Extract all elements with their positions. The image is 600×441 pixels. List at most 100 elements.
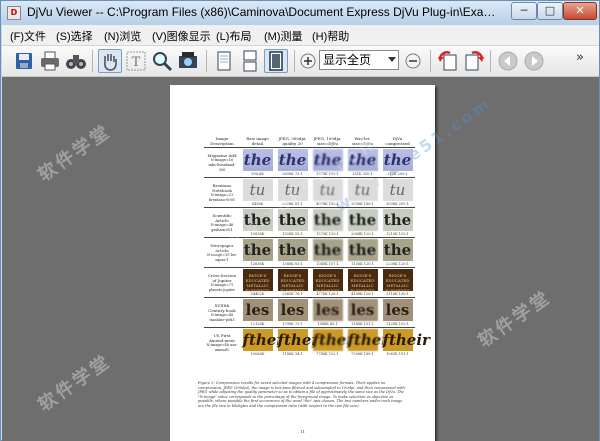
menu-browse[interactable]: (N)浏览 xyxy=(104,28,141,44)
size-caption: 4108K 126:1 xyxy=(351,292,374,296)
size-caption: 396.6K xyxy=(251,172,264,176)
sample-thumbnail: the xyxy=(347,239,378,261)
row-title: Scientific Article xyxy=(212,212,232,223)
image-cell: RIGGE'S EDUCATED METALLIC ELEMENTS 4778K … xyxy=(310,267,345,298)
watermark-brand-left-lower: 软件学堂 xyxy=(34,350,116,416)
image-cell: the 1136K 120:1 xyxy=(345,237,380,268)
image-cell: tu 2038K 186:1 xyxy=(345,177,380,208)
sample-thumbnail: les xyxy=(312,299,343,321)
image-cell: ftheir 10068K xyxy=(240,327,290,357)
document-viewport[interactable]: 软件学堂 软件学堂 软件学堂 www.xue51.com Image Descr… xyxy=(2,77,599,441)
print-icon[interactable] xyxy=(38,49,62,73)
maximize-button[interactable]: □ xyxy=(537,2,563,20)
sample-thumbnail: the xyxy=(382,239,413,261)
toolbar: T 显示全页 » xyxy=(2,46,599,77)
size-caption: 3118K 130:1 xyxy=(386,292,409,296)
image-cell: RIGGE'S EDUCATED METALLIC ELEMENTS 4108K … xyxy=(345,267,380,298)
size-caption: 1136K 120:1 xyxy=(351,262,374,266)
menu-measure[interactable]: (M)测量 xyxy=(264,28,303,44)
forward-icon[interactable] xyxy=(522,49,546,73)
sample-thumbnail: les xyxy=(382,299,413,321)
rotate-right-icon[interactable] xyxy=(462,49,486,73)
single-page-icon[interactable] xyxy=(212,49,236,73)
hand-tool-icon[interactable] xyxy=(98,49,122,73)
document-page: www.xue51.com Image Description Raw imag… xyxy=(170,85,495,441)
table-header: DjVu compressed xyxy=(385,136,410,146)
sample-thumbnail: the xyxy=(242,149,273,171)
size-caption: 2038K 186:1 xyxy=(351,202,374,206)
sample-thumbnail: les xyxy=(242,299,273,321)
toolbar-overflow-icon[interactable]: » xyxy=(576,50,584,65)
sample-thumbnail: the xyxy=(277,239,308,261)
sample-thumbnail: ftheir xyxy=(312,329,360,351)
minimize-button[interactable]: ─ xyxy=(511,2,537,20)
image-cell: the 1570K 120:1 xyxy=(310,207,345,238)
fit-page-icon[interactable] xyxy=(264,49,288,73)
binoculars-icon[interactable] xyxy=(64,49,88,73)
image-cell: les 1848K 80:1 xyxy=(310,297,345,328)
size-caption: 2238K 120:1 xyxy=(386,262,409,266)
size-caption: 1848K 80:1 xyxy=(317,322,338,326)
save-icon[interactable] xyxy=(12,49,36,73)
rotate-left-icon[interactable] xyxy=(436,49,460,73)
size-caption: 1048K 107:1 xyxy=(316,262,339,266)
zoom-out-icon[interactable] xyxy=(401,49,425,73)
sample-thumbnail: the xyxy=(382,149,413,171)
close-button[interactable]: ✕ xyxy=(563,2,597,20)
image-cell: ftheir 1063K 191:1 xyxy=(380,327,430,357)
size-caption: 1388K 83:1 xyxy=(282,262,303,266)
menu-help[interactable]: (H)帮助 xyxy=(312,28,349,44)
row-subtitle: N-image=71 planets-jupiter xyxy=(208,282,235,292)
image-cell: ftheir 1188K 94:1 xyxy=(275,327,325,357)
title-bar[interactable]: D DjVu Viewer -- C:\Program Files (x86)\… xyxy=(1,1,599,25)
table-row: US First Amend-ment N-image=48 usa-amend1… xyxy=(204,327,430,357)
sample-thumbnail: the xyxy=(312,239,343,261)
svg-text:T: T xyxy=(132,55,141,70)
figure-caption: Figure 3: Compression results for seven … xyxy=(198,381,405,408)
image-cell: ftheir 7748K 102:1 xyxy=(310,327,360,357)
sample-thumbnail: RIGGE'S EDUCATED METALLIC ELEMENTS xyxy=(277,269,308,293)
zoom-tool-icon[interactable] xyxy=(150,49,174,73)
image-cell: les 1148K 101:1 xyxy=(345,297,380,328)
image-cell: the 1210K 120:1 xyxy=(380,207,415,238)
row-title: Cross-Section of Jupiter xyxy=(207,272,237,283)
djvu-app-icon[interactable]: D xyxy=(7,6,21,20)
sample-thumbnail: les xyxy=(347,299,378,321)
sample-thumbnail: the xyxy=(347,209,378,231)
snapshot-icon[interactable] xyxy=(176,49,200,73)
text-select-icon[interactable]: T xyxy=(124,49,148,73)
menu-layout[interactable]: (L)布局 xyxy=(216,28,251,44)
row-label: Brentano Notebook N-image=21 brentano-000… xyxy=(204,177,240,208)
size-caption: 4078K 192:1 xyxy=(316,202,339,206)
image-cell: RIGGE'S EDUCATED METALLIC ELEMENTS 54402K xyxy=(240,267,275,298)
page-number: 11 xyxy=(300,429,306,434)
menu-image-display[interactable]: (V)图像显示 xyxy=(152,28,211,44)
table-row: Cross-Section of Jupiter N-image=71 plane… xyxy=(204,267,415,298)
image-cell: the 396.6K xyxy=(240,147,275,178)
image-cell: ftheir 7308K 188:1 xyxy=(345,327,395,357)
sample-thumbnail: the xyxy=(312,209,343,231)
image-cell: the 2238K 120:1 xyxy=(380,237,415,268)
row-label: Cross-Section of Jupiter N-image=71 plane… xyxy=(204,267,240,298)
sample-thumbnail: RIGGE'S EDUCATED METALLIC ELEMENTS xyxy=(242,269,273,293)
size-caption: 10068K xyxy=(250,352,265,356)
sample-thumbnail: tu xyxy=(242,179,273,201)
zoom-select[interactable]: 显示全页 xyxy=(319,50,399,70)
menu-file[interactable]: (F)文件 xyxy=(10,28,46,44)
back-icon[interactable] xyxy=(496,49,520,73)
size-caption: 7748K 102:1 xyxy=(316,352,339,356)
zoom-in-icon[interactable] xyxy=(296,49,320,73)
sample-thumbnail: RIGGE'S EDUCATED METALLIC ELEMENTS xyxy=(382,269,413,293)
row-subtitle: N-image=45 mashine-p083 xyxy=(209,312,235,322)
application-window: D DjVu Viewer -- C:\Program Files (x86)\… xyxy=(0,0,600,441)
row-label: Magazine Add N-image=16 mbc-liveaband-300 xyxy=(204,147,240,178)
chevron-down-icon[interactable] xyxy=(388,57,396,62)
image-cell: tu 3038K 205:1 xyxy=(380,177,415,208)
sample-thumbnail: the xyxy=(277,149,308,171)
size-caption: 1188K 94:1 xyxy=(282,352,303,356)
table-row: XVIIIth Century book N-image=45 mashine-p… xyxy=(204,297,415,328)
sample-thumbnail: the xyxy=(382,209,413,231)
sample-thumbnail: les xyxy=(277,299,308,321)
continuous-page-icon[interactable] xyxy=(238,49,262,73)
menu-select[interactable]: (S)选择 xyxy=(56,28,93,44)
